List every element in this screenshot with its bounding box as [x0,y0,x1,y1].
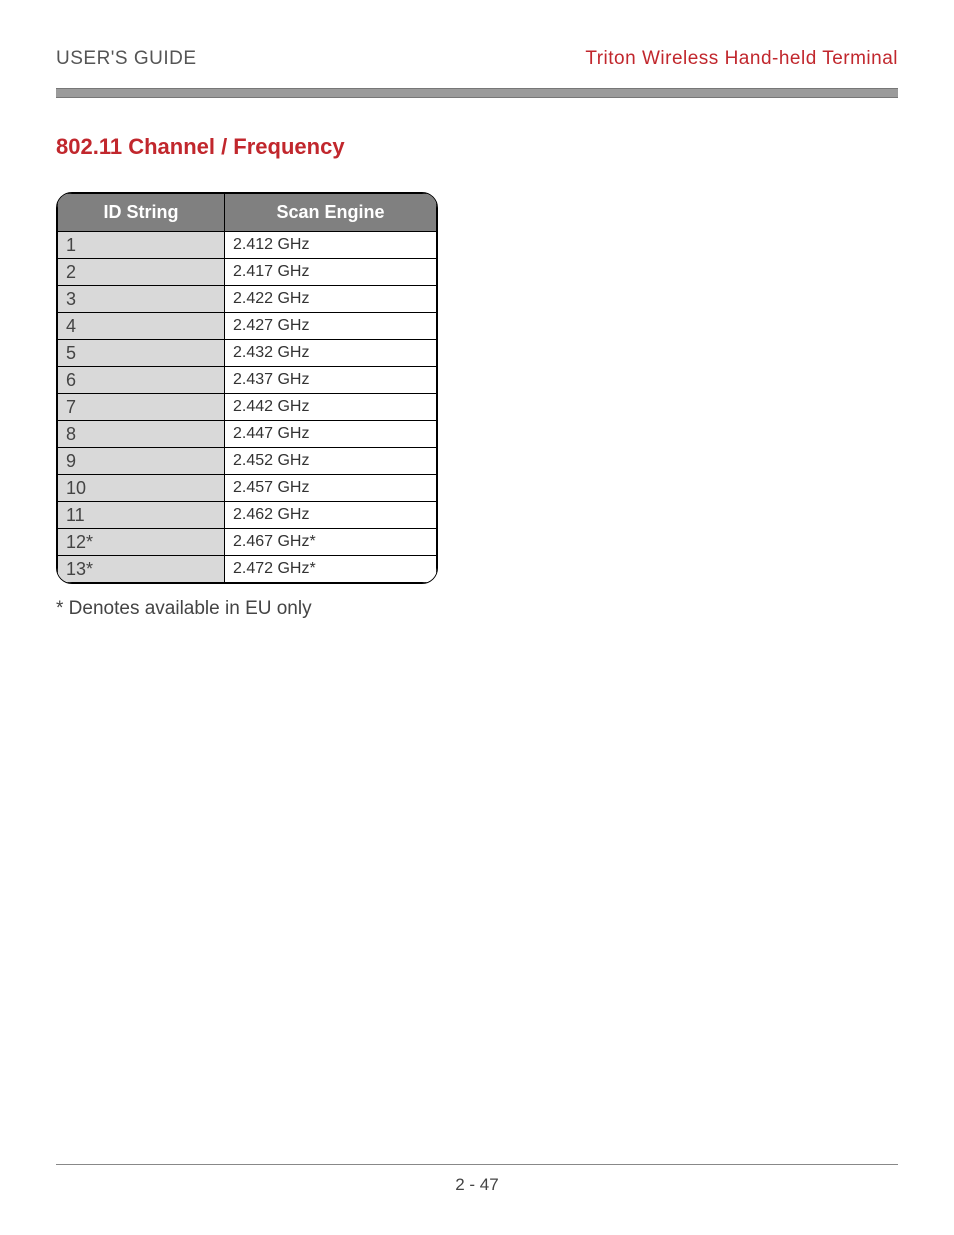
cell-id: 9 [58,448,225,475]
cell-freq: 2.467 GHz* [225,529,437,556]
cell-id: 8 [58,421,225,448]
cell-freq: 2.452 GHz [225,448,437,475]
table-row: 72.442 GHz [58,394,437,421]
cell-freq: 2.447 GHz [225,421,437,448]
section-title: 802.11 Channel / Frequency [56,134,898,160]
table-header-freq: Scan Engine [225,194,437,232]
cell-id: 1 [58,232,225,259]
header-left-text: USER'S GUIDE [56,48,197,70]
table-row: 62.437 GHz [58,367,437,394]
table-header-id: ID String [58,194,225,232]
cell-id: 12* [58,529,225,556]
document-page: USER'S GUIDE Triton Wireless Hand-held T… [0,0,954,1235]
cell-freq: 2.417 GHz [225,259,437,286]
cell-freq: 2.427 GHz [225,313,437,340]
table-row: 13*2.472 GHz* [58,556,437,583]
cell-id: 2 [58,259,225,286]
table-row: 42.427 GHz [58,313,437,340]
table: ID String Scan Engine 12.412 GHz 22.417 … [57,193,437,583]
page-header: USER'S GUIDE Triton Wireless Hand-held T… [56,48,898,70]
table-row: 32.422 GHz [58,286,437,313]
cell-id: 5 [58,340,225,367]
cell-freq: 2.422 GHz [225,286,437,313]
table-row: 12*2.467 GHz* [58,529,437,556]
cell-id: 13* [58,556,225,583]
table-row: 52.432 GHz [58,340,437,367]
cell-freq: 2.432 GHz [225,340,437,367]
cell-freq: 2.462 GHz [225,502,437,529]
table-row: 102.457 GHz [58,475,437,502]
table-row: 112.462 GHz [58,502,437,529]
table-row: 82.447 GHz [58,421,437,448]
cell-freq: 2.412 GHz [225,232,437,259]
cell-id: 6 [58,367,225,394]
footnote-text: * Denotes available in EU only [56,598,898,620]
table-header-row: ID String Scan Engine [58,194,437,232]
cell-id: 3 [58,286,225,313]
cell-id: 4 [58,313,225,340]
cell-freq: 2.442 GHz [225,394,437,421]
cell-freq: 2.437 GHz [225,367,437,394]
cell-freq: 2.472 GHz* [225,556,437,583]
table-row: 92.452 GHz [58,448,437,475]
cell-freq: 2.457 GHz [225,475,437,502]
header-rule [56,88,898,98]
table-row: 22.417 GHz [58,259,437,286]
cell-id: 11 [58,502,225,529]
page-number: 2 - 47 [455,1175,498,1194]
table-row: 12.412 GHz [58,232,437,259]
cell-id: 10 [58,475,225,502]
channel-frequency-table: ID String Scan Engine 12.412 GHz 22.417 … [56,192,438,584]
page-footer: 2 - 47 [56,1164,898,1195]
cell-id: 7 [58,394,225,421]
header-right-text: Triton Wireless Hand-held Terminal [585,48,898,70]
